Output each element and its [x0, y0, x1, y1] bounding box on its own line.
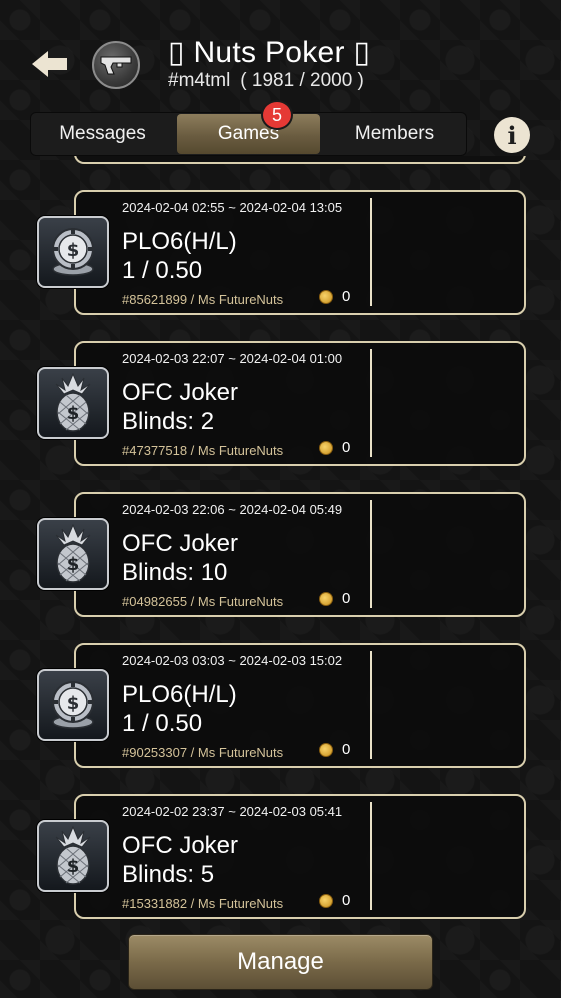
- club-avatar[interactable]: [92, 41, 140, 89]
- game-name: OFC Joker: [122, 832, 239, 859]
- coin-icon: [319, 894, 333, 908]
- coin-icon: [319, 743, 333, 757]
- game-time: 2024-02-04 02:55 ~ 2024-02-04 13:05: [122, 200, 343, 215]
- tab-members[interactable]: Members: [322, 114, 467, 154]
- tab-messages[interactable]: Messages: [30, 114, 175, 154]
- pineapple-icon: $: [55, 523, 91, 583]
- previous-card-edge: [74, 156, 526, 164]
- svg-text:$: $: [67, 856, 80, 877]
- svg-text:$: $: [67, 403, 80, 424]
- card-divider: [370, 802, 372, 910]
- info-button[interactable]: i: [494, 117, 530, 153]
- header: ▯ Nuts Poker ▯ #m4tml ( 1981 / 2000 ): [0, 0, 561, 110]
- game-owner: #04982655 / Ms FutureNuts: [122, 594, 284, 609]
- manage-button[interactable]: Manage: [128, 934, 433, 990]
- game-time: 2024-02-02 23:37 ~ 2024-02-03 05:41: [122, 804, 343, 819]
- games-list[interactable]: 2024-02-04 02:55 ~ 2024-02-04 13:05 PLO6…: [0, 156, 561, 926]
- game-type-icon: $: [37, 518, 109, 590]
- game-time: 2024-02-03 22:06 ~ 2024-02-04 05:49: [122, 502, 343, 517]
- coin-icon: [319, 441, 333, 455]
- club-title: ▯ Nuts Poker ▯: [168, 36, 371, 69]
- game-owner: #90253307 / Ms FutureNuts: [122, 745, 284, 760]
- coin-value: 0: [342, 590, 351, 607]
- arrow-left-icon: [32, 51, 67, 77]
- game-name: PLO6(H/L): [122, 228, 237, 255]
- game-card[interactable]: 2024-02-03 03:03 ~ 2024-02-03 15:02 PLO6…: [74, 643, 526, 768]
- chip-icon: $: [52, 228, 94, 276]
- svg-text:$: $: [67, 693, 80, 714]
- club-subtitle: #m4tml ( 1981 / 2000 ): [168, 70, 364, 92]
- game-owner: #15331882 / Ms FutureNuts: [122, 896, 284, 911]
- game-name: OFC Joker: [122, 530, 239, 557]
- club-id: #m4tml: [168, 70, 231, 91]
- tab-games[interactable]: Games: [177, 114, 320, 154]
- back-button[interactable]: [30, 48, 70, 80]
- pistol-icon: [100, 56, 132, 75]
- coin-value: 0: [342, 288, 351, 305]
- game-type-icon: $: [37, 820, 109, 892]
- game-time: 2024-02-03 22:07 ~ 2024-02-04 01:00: [122, 351, 343, 366]
- game-type-icon: $: [37, 669, 109, 741]
- svg-text:$: $: [67, 240, 80, 261]
- card-divider: [370, 651, 372, 759]
- info-icon: i: [507, 120, 517, 150]
- game-card[interactable]: 2024-02-04 02:55 ~ 2024-02-04 13:05 PLO6…: [74, 190, 526, 315]
- chip-icon: $: [52, 681, 94, 729]
- card-divider: [370, 349, 372, 457]
- game-stakes: Blinds: 2: [122, 408, 215, 435]
- coin-value: 0: [342, 741, 351, 758]
- svg-text:$: $: [67, 554, 80, 575]
- game-name: OFC Joker: [122, 379, 239, 406]
- pineapple-icon: $: [55, 372, 91, 432]
- games-notification-badge: 5: [261, 100, 293, 130]
- game-card[interactable]: 2024-02-02 23:37 ~ 2024-02-03 05:41 OFC …: [74, 794, 526, 919]
- coin-value: 0: [342, 439, 351, 456]
- coin-icon: [319, 592, 333, 606]
- game-time: 2024-02-03 03:03 ~ 2024-02-03 15:02: [122, 653, 343, 668]
- game-stakes: Blinds: 10: [122, 559, 228, 586]
- game-type-icon: $: [37, 367, 109, 439]
- game-stakes: Blinds: 5: [122, 861, 215, 888]
- coin-icon: [319, 290, 333, 304]
- card-divider: [370, 500, 372, 608]
- game-stakes: 1 / 0.50: [122, 257, 203, 284]
- pineapple-icon: $: [55, 825, 91, 885]
- member-count: ( 1981 / 2000 ): [240, 70, 364, 91]
- card-divider: [370, 198, 372, 306]
- game-owner: #85621899 / Ms FutureNuts: [122, 292, 284, 307]
- game-type-icon: $: [37, 216, 109, 288]
- tab-bar: Messages Games Members: [30, 112, 467, 156]
- game-owner: #47377518 / Ms FutureNuts: [122, 443, 284, 458]
- game-card[interactable]: 2024-02-03 22:06 ~ 2024-02-04 05:49 OFC …: [74, 492, 526, 617]
- game-card[interactable]: 2024-02-03 22:07 ~ 2024-02-04 01:00 OFC …: [74, 341, 526, 466]
- coin-value: 0: [342, 892, 351, 909]
- game-stakes: 1 / 0.50: [122, 710, 203, 737]
- game-name: PLO6(H/L): [122, 681, 237, 708]
